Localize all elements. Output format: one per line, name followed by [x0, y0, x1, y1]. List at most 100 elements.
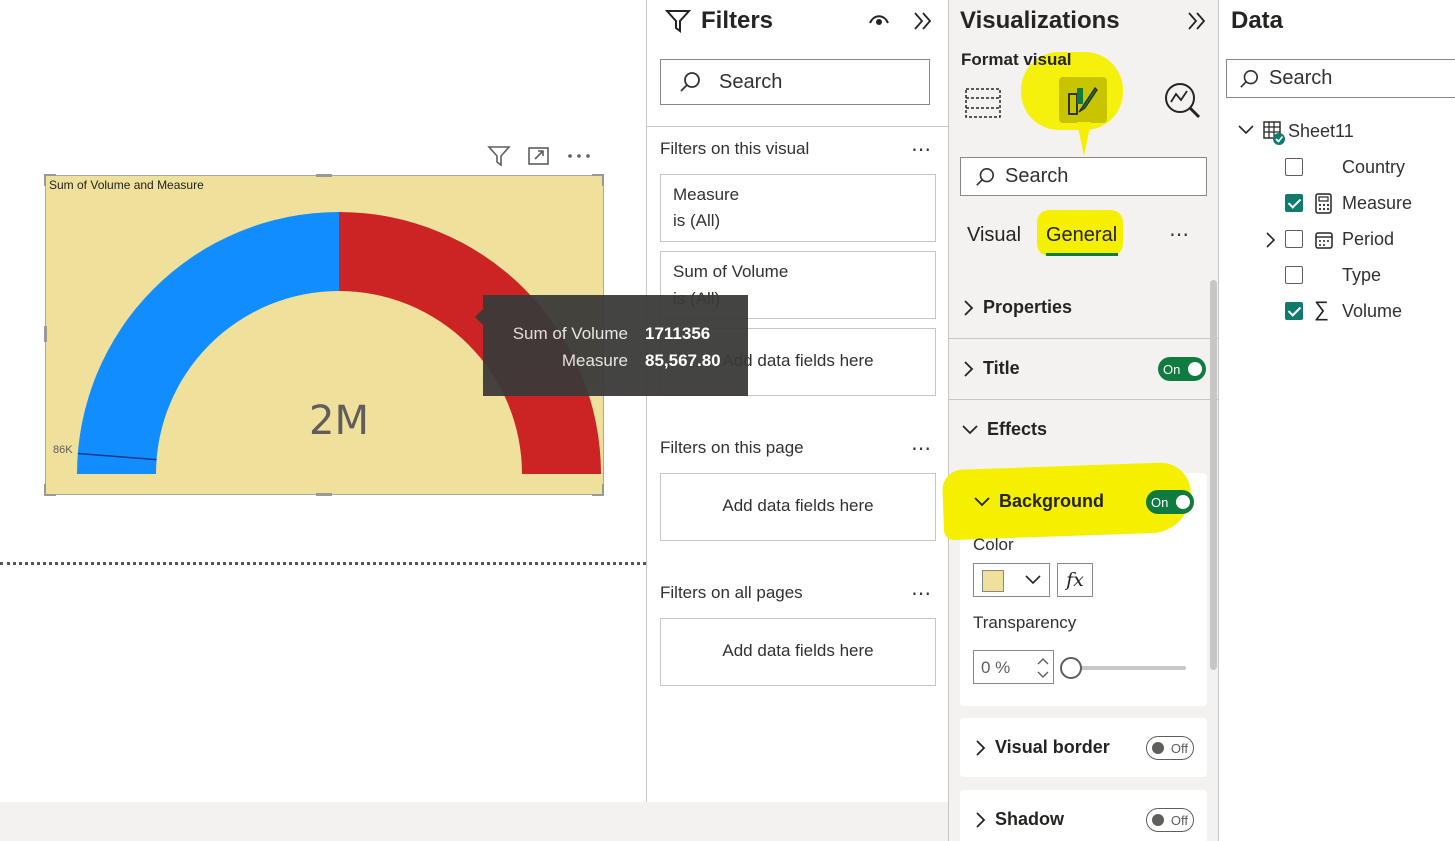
- format-search-input[interactable]: Search: [960, 157, 1207, 196]
- section-background[interactable]: Background: [973, 491, 1104, 512]
- spin-arrows-icon[interactable]: [1036, 654, 1050, 682]
- data-title: Data: [1231, 7, 1284, 34]
- field-checkbox[interactable]: [1285, 302, 1303, 320]
- field-name: Type: [1342, 265, 1382, 285]
- shadow-toggle[interactable]: Off: [1146, 808, 1194, 832]
- resize-handle[interactable]: [316, 174, 332, 177]
- field-row-volume[interactable]: ∑ Volume: [1285, 298, 1445, 324]
- calendar-icon: [1315, 232, 1333, 249]
- search-placeholder: Search: [719, 70, 783, 93]
- field-row-type[interactable]: Type: [1285, 264, 1445, 288]
- field-row-country[interactable]: Country: [1285, 156, 1445, 180]
- field-row-period[interactable]: Period: [1263, 228, 1445, 252]
- gauge-fill-arc: [77, 212, 339, 474]
- filters-search-input[interactable]: Search: [660, 59, 930, 105]
- visual-header: [486, 144, 592, 168]
- format-visual-icon[interactable]: [1059, 77, 1107, 123]
- canvas-footer-strip: [0, 802, 948, 841]
- field-checkbox[interactable]: [1285, 194, 1303, 212]
- chevron-right-icon: [976, 811, 986, 828]
- visualizations-title: Visualizations: [960, 7, 1120, 34]
- background-toggle[interactable]: On: [1146, 490, 1194, 514]
- search-placeholder: Search: [1005, 165, 1069, 187]
- divider: [949, 338, 1218, 339]
- resize-handle[interactable]: [44, 174, 46, 186]
- add-data-fields-all-pages[interactable]: Add data fields here: [660, 618, 936, 686]
- more-options-icon[interactable]: ⋯: [911, 581, 932, 606]
- more-options-icon[interactable]: ⋯: [911, 436, 932, 461]
- format-visual-label: Format visual: [961, 50, 1072, 69]
- search-placeholder: Search: [1269, 67, 1333, 89]
- visualizations-pane: Visualizations Format visual Search Visu…: [941, 0, 1219, 841]
- section-title[interactable]: Title: [961, 358, 1020, 379]
- filter-card-field: Measure: [673, 185, 740, 204]
- filters-pane: Filters Search Filters on this visual ⋯ …: [646, 0, 949, 802]
- resize-handle[interactable]: [316, 493, 332, 496]
- section-label: Title: [983, 358, 1020, 378]
- filters-on-all-pages-label: Filters on all pages: [660, 583, 803, 602]
- active-tab-indicator: [1046, 253, 1118, 256]
- section-properties[interactable]: Properties: [961, 297, 1072, 318]
- section-visual-border[interactable]: Visual border: [973, 737, 1110, 758]
- resize-handle[interactable]: [602, 484, 604, 496]
- more-options-icon[interactable]: ⋯: [1169, 222, 1190, 247]
- collapse-chevrons-icon[interactable]: [911, 10, 935, 37]
- field-name: Period: [1342, 229, 1395, 249]
- filters-on-page-label: Filters on this page: [660, 438, 804, 457]
- chevron-right-icon: [976, 739, 986, 756]
- field-checkbox[interactable]: [1285, 230, 1303, 248]
- field-row-measure[interactable]: Measure: [1285, 192, 1445, 216]
- chevron-right-icon: [964, 360, 974, 377]
- visual-border-toggle[interactable]: Off: [1146, 736, 1194, 760]
- add-data-fields-label: Add data fields here: [722, 496, 874, 515]
- format-pane-scrollbar[interactable]: [1210, 280, 1217, 670]
- resize-handle[interactable]: [602, 174, 604, 186]
- filter-icon: [664, 8, 692, 39]
- transparency-slider-track[interactable]: [1071, 666, 1186, 670]
- gauge-center-label: 2M: [309, 398, 369, 444]
- field-checkbox[interactable]: [1285, 158, 1303, 176]
- filter-card-measure[interactable]: Measure is (All): [660, 174, 936, 242]
- section-effects[interactable]: Effects: [961, 419, 1047, 440]
- divider: [647, 126, 949, 127]
- field-checkbox[interactable]: [1285, 266, 1303, 284]
- section-label: Shadow: [995, 809, 1065, 829]
- more-options-icon[interactable]: ⋯: [911, 137, 932, 162]
- field-name: Measure: [1342, 193, 1413, 213]
- fx-button[interactable]: fx: [1057, 563, 1093, 597]
- resize-handle[interactable]: [44, 484, 46, 496]
- tab-visual[interactable]: Visual: [967, 224, 1021, 247]
- resize-handle[interactable]: [44, 326, 47, 342]
- search-icon: [679, 71, 701, 93]
- transparency-spinbox[interactable]: 0 %: [973, 650, 1054, 684]
- build-visual-icon[interactable]: [963, 82, 1003, 127]
- divider: [949, 399, 1218, 400]
- title-toggle[interactable]: On: [1158, 357, 1206, 381]
- transparency-value: 0 %: [981, 658, 1011, 677]
- focus-mode-icon[interactable]: [526, 144, 552, 168]
- section-label: Properties: [983, 297, 1073, 317]
- section-label: Effects: [987, 419, 1048, 439]
- chevron-right-icon[interactable]: [1263, 231, 1277, 249]
- section-shadow[interactable]: Shadow: [973, 809, 1064, 830]
- tooltip-label: Sum of Volume: [512, 324, 628, 343]
- transparency-slider-thumb[interactable]: [1060, 657, 1082, 679]
- chevron-right-icon: [964, 299, 974, 316]
- fx-icon: fx: [1066, 569, 1084, 591]
- eye-icon[interactable]: [867, 10, 891, 35]
- tooltip-value: 85,567.80: [645, 351, 721, 370]
- data-search-input[interactable]: Search: [1226, 59, 1455, 98]
- chevron-down-icon: [1025, 575, 1041, 585]
- table-node-sheet11[interactable]: Sheet11: [1237, 118, 1447, 145]
- collapse-chevrons-icon[interactable]: [1185, 10, 1209, 37]
- filter-icon[interactable]: [486, 144, 512, 168]
- search-icon: [975, 167, 995, 187]
- more-options-icon[interactable]: [566, 144, 592, 168]
- tab-general[interactable]: General: [1046, 224, 1117, 247]
- color-picker[interactable]: [973, 563, 1050, 597]
- field-name: Volume: [1342, 301, 1403, 321]
- section-label: Background: [999, 491, 1105, 511]
- add-data-fields-page[interactable]: Add data fields here: [660, 473, 936, 541]
- table-name: Sheet11: [1288, 121, 1354, 141]
- analytics-icon[interactable]: [1163, 80, 1203, 125]
